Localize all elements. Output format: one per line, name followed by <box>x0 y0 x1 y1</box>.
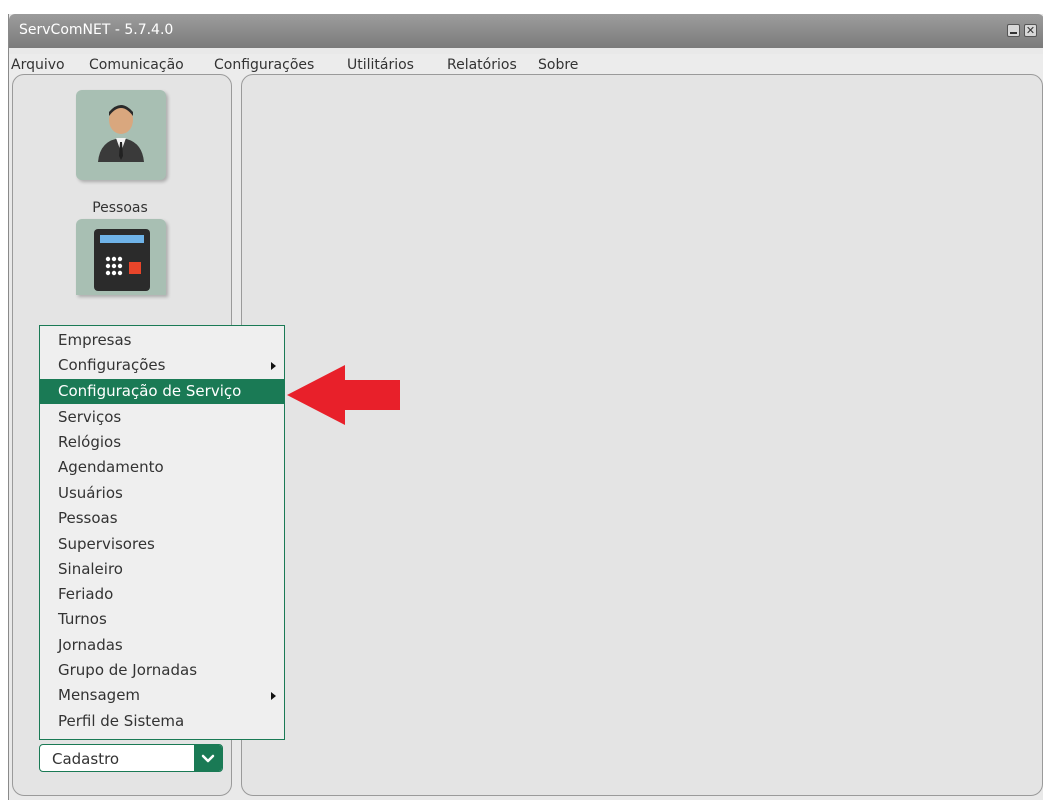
menu-item-servicos[interactable]: Serviços <box>40 405 284 430</box>
menu-item-label: Serviços <box>58 408 122 426</box>
menu-item-feriado[interactable]: Feriado <box>40 582 284 607</box>
menu-item-label: Supervisores <box>58 535 155 553</box>
menu-item-perfil-de-sistema[interactable]: Perfil de Sistema <box>40 709 284 734</box>
menu-relatorios[interactable]: Relatórios <box>447 57 517 73</box>
menu-item-label: Turnos <box>58 610 107 628</box>
menu-item-label: Agendamento <box>58 458 164 476</box>
menu-item-turnos[interactable]: Turnos <box>40 607 284 632</box>
submenu-arrow-icon <box>271 362 276 370</box>
menu-sobre[interactable]: Sobre <box>538 57 578 73</box>
pessoas-tile-label: Pessoas <box>92 200 148 216</box>
red-arrow-icon <box>287 365 400 425</box>
dropdown-button[interactable] <box>194 745 222 771</box>
menu-item-label: Jornadas <box>58 636 123 654</box>
menu-item-pessoas[interactable]: Pessoas <box>40 506 284 531</box>
menu-arquivo[interactable]: Arquivo <box>11 57 65 73</box>
menu-item-agendamento[interactable]: Agendamento <box>40 455 284 480</box>
cadastro-combobox[interactable]: Cadastro <box>39 744 223 772</box>
menu-item-label: Configurações <box>58 356 166 374</box>
menu-item-sinaleiro[interactable]: Sinaleiro <box>40 557 284 582</box>
window-title: ServComNET - 5.7.4.0 <box>19 22 174 38</box>
menu-item-label: Mensagem <box>58 686 141 704</box>
main-content-panel <box>241 74 1043 796</box>
title-bar: ServComNET - 5.7.4.0 ✕ <box>9 14 1043 48</box>
relogio-tile[interactable] <box>76 219 166 295</box>
menu-item-grupo-de-jornadas[interactable]: Grupo de Jornadas <box>40 658 284 683</box>
minimize-button[interactable] <box>1007 24 1020 37</box>
menu-utilitarios[interactable]: Utilitários <box>347 57 414 73</box>
menu-item-label: Perfil de Sistema <box>58 712 185 730</box>
menu-item-empresas[interactable]: Empresas <box>40 328 284 353</box>
close-button[interactable]: ✕ <box>1024 24 1037 37</box>
person-icon <box>98 105 144 162</box>
menu-item-relogios[interactable]: Relógios <box>40 430 284 455</box>
menu-item-label: Sinaleiro <box>58 560 123 578</box>
submenu-arrow-icon <box>271 692 276 700</box>
menu-item-usuarios[interactable]: Usuários <box>40 481 284 506</box>
cadastro-popup-menu: Empresas Configurações Configuração de S… <box>39 325 285 740</box>
menu-item-mensagem[interactable]: Mensagem <box>40 683 284 708</box>
pessoas-tile[interactable] <box>76 90 166 180</box>
menu-item-label: Usuários <box>58 484 123 502</box>
menu-item-configuracao-de-servico[interactable]: Configuração de Serviço <box>40 379 284 404</box>
menu-item-label: Relógios <box>58 433 122 451</box>
time-clock-icon <box>94 229 150 291</box>
menu-item-label: Grupo de Jornadas <box>58 661 198 679</box>
menu-configuracoes[interactable]: Configurações <box>214 57 314 73</box>
chevron-down-icon <box>201 754 215 763</box>
menu-item-label: Empresas <box>58 331 132 349</box>
menu-item-label: Feriado <box>58 585 114 603</box>
menu-item-supervisores[interactable]: Supervisores <box>40 532 284 557</box>
menu-item-configuracoes[interactable]: Configurações <box>40 353 284 378</box>
menu-item-label: Pessoas <box>58 509 118 527</box>
menu-item-label: Configuração de Serviço <box>58 382 242 400</box>
menu-item-jornadas[interactable]: Jornadas <box>40 633 284 658</box>
menu-comunicacao[interactable]: Comunicação <box>89 57 184 73</box>
combobox-value: Cadastro <box>52 750 120 768</box>
